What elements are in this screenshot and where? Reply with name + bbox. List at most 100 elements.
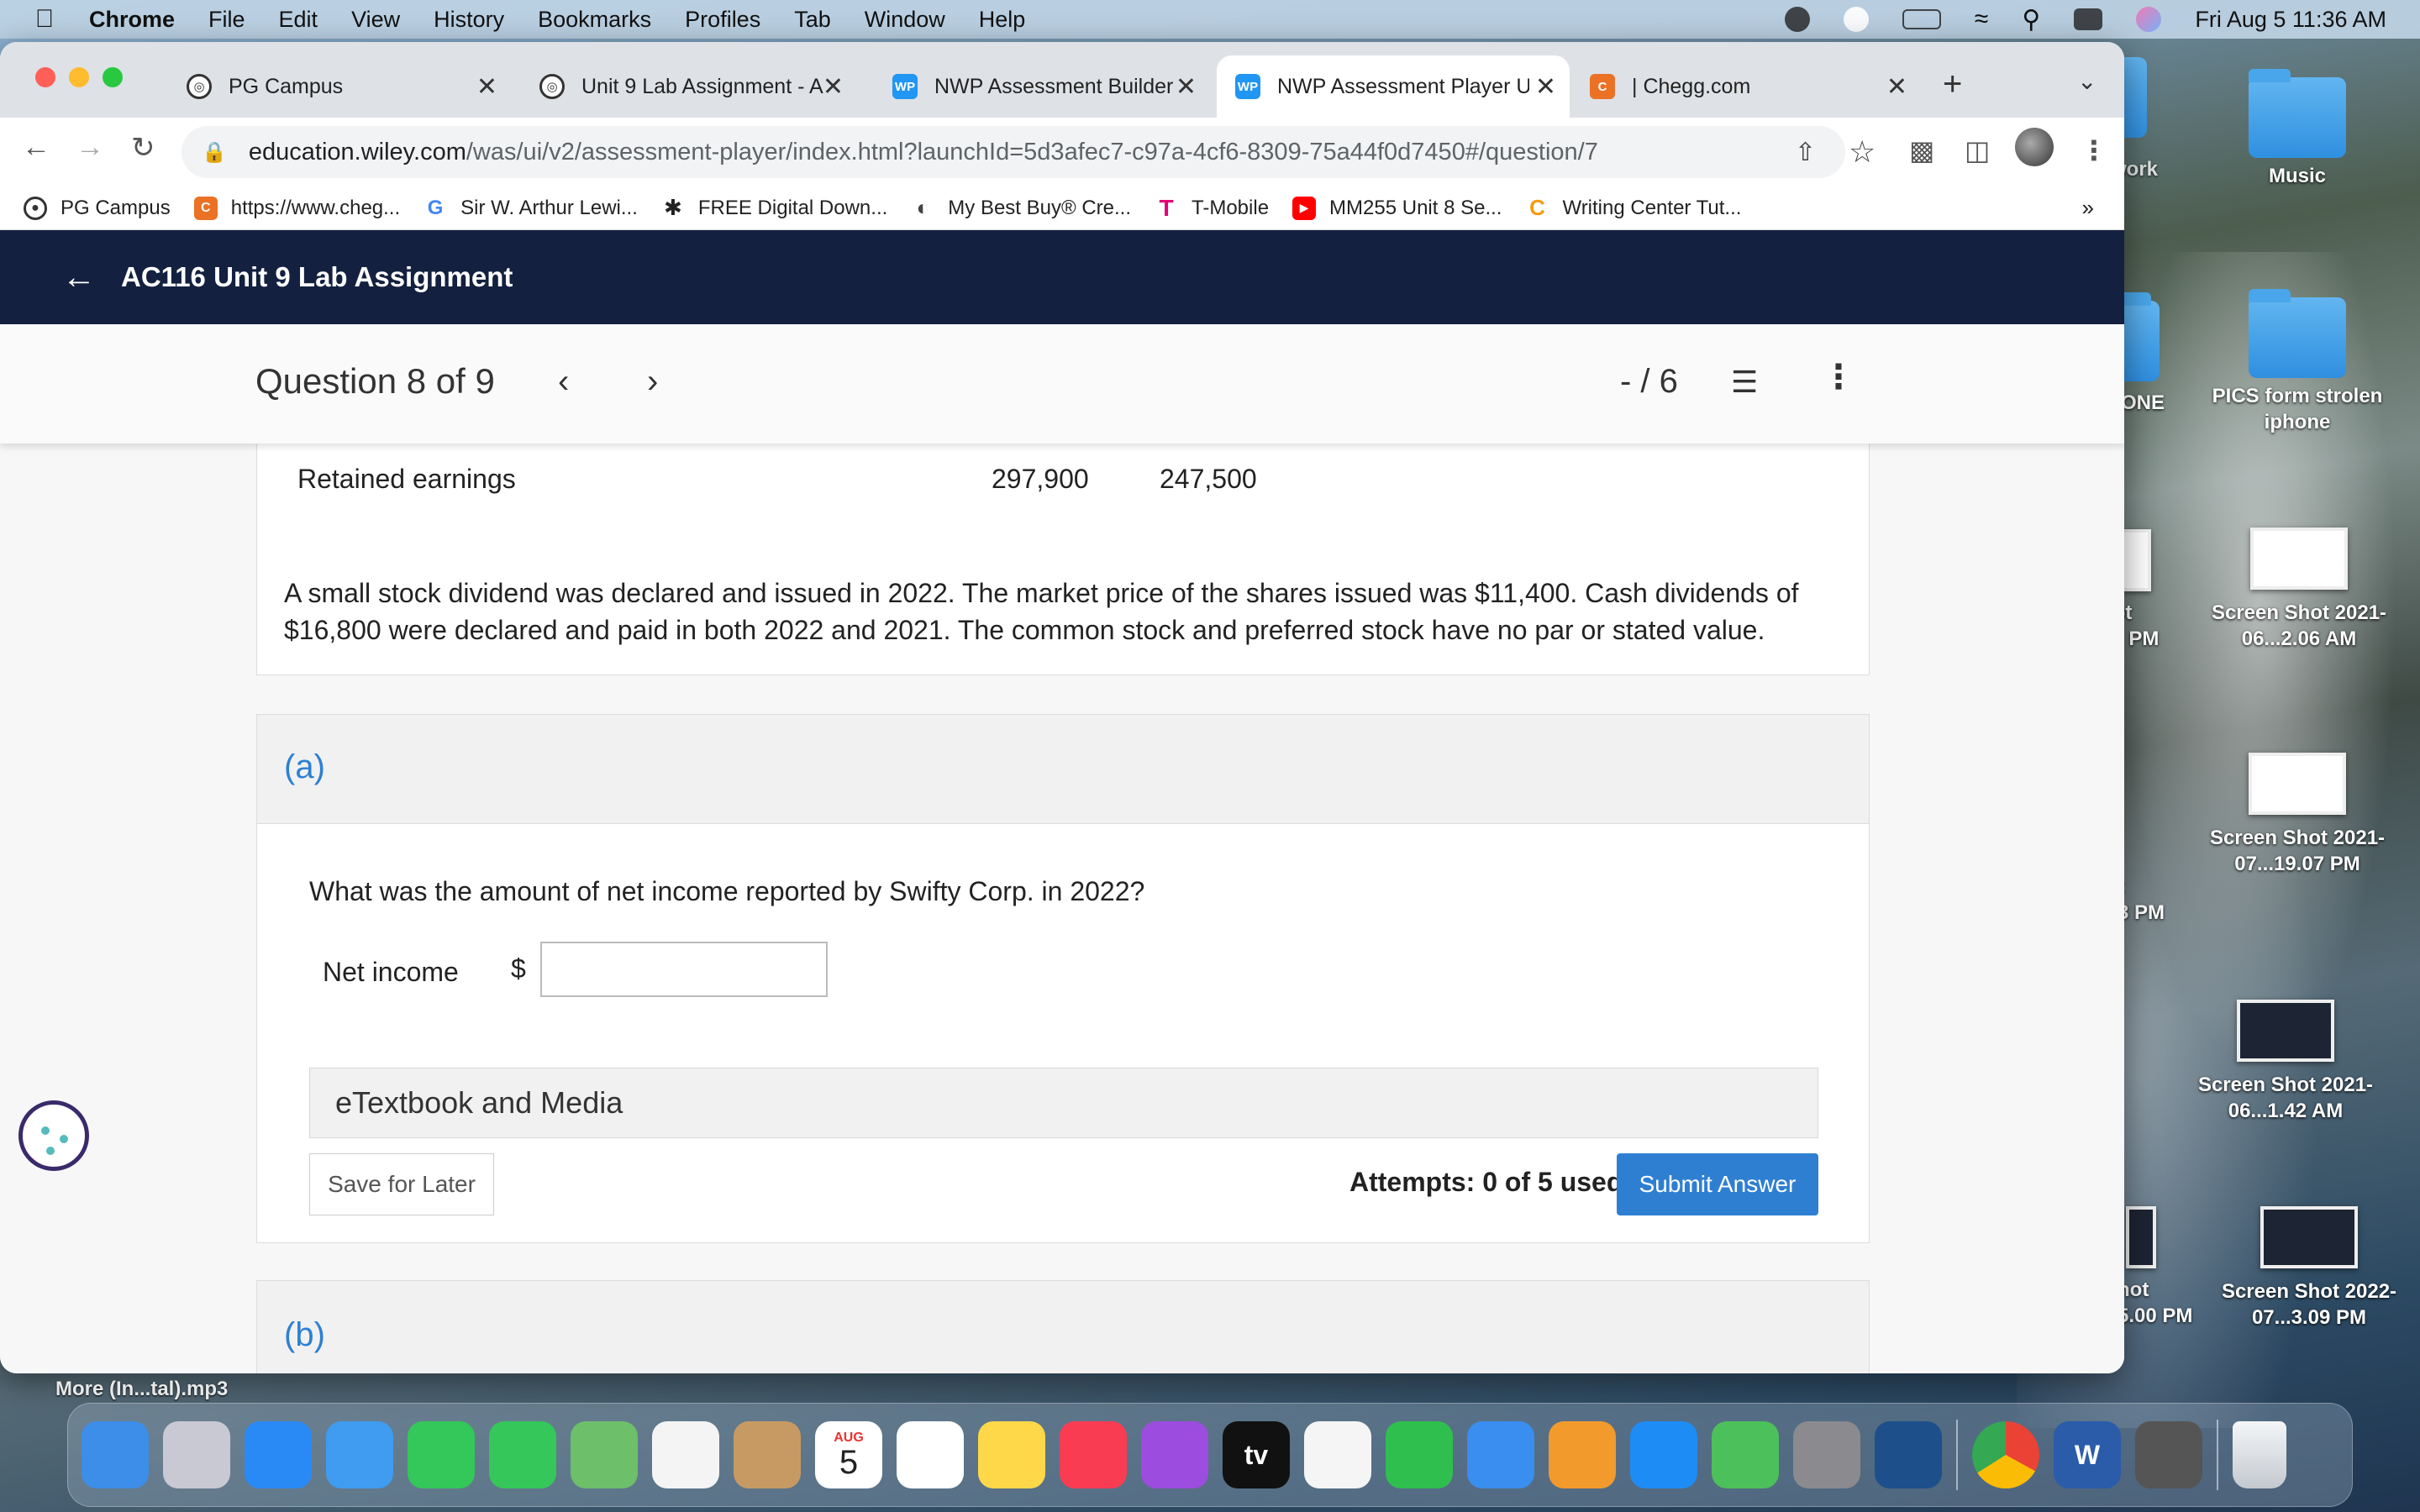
menu-tab[interactable]: Tab	[794, 7, 831, 33]
chrome-menu-kebab-icon[interactable]: ⋮	[2081, 134, 2107, 166]
net-income-input[interactable]	[540, 942, 828, 997]
profile-avatar[interactable]	[2015, 128, 2054, 166]
bookmark-writing-center[interactable]: C Writing Center Tut...	[1525, 195, 1741, 220]
etextbook-media-panel[interactable]: eTextbook and Media	[309, 1068, 1818, 1138]
previous-question-chevron-icon[interactable]: ‹	[558, 363, 569, 401]
desktop-folder-music[interactable]: Music	[2188, 69, 2407, 189]
dock-app-calendar-icon[interactable]: AUG 5	[815, 1421, 882, 1488]
menu-bookmarks[interactable]: Bookmarks	[538, 7, 651, 33]
grammarly-status-icon[interactable]	[1784, 7, 1810, 32]
tab-nwp-player[interactable]: WP NWP Assessment Player U ✕	[1217, 55, 1570, 118]
menu-help[interactable]: Help	[979, 7, 1026, 33]
close-window-button[interactable]	[35, 67, 55, 87]
dock-app-messages-icon[interactable]	[489, 1421, 556, 1488]
submit-answer-button[interactable]: Submit Answer	[1617, 1153, 1818, 1215]
desktop-screenshot[interactable]: Screen Shot 2021-06...2.06 AM	[2188, 528, 2410, 652]
question-list-icon[interactable]: ☰	[1731, 365, 1758, 400]
tab-pg-campus[interactable]: ◎ PG Campus ✕	[168, 55, 511, 118]
menu-edit[interactable]: Edit	[279, 7, 318, 33]
address-bar[interactable]: 🔒 education.wiley.com /was/ui/v2/assessm…	[182, 126, 1876, 178]
dock-app-trash-icon[interactable]	[2233, 1421, 2286, 1488]
close-tab-icon[interactable]: ✕	[476, 72, 497, 102]
close-tab-icon[interactable]: ✕	[1176, 72, 1197, 102]
next-question-chevron-icon[interactable]: ›	[647, 363, 658, 401]
forward-button[interactable]: →	[76, 131, 104, 164]
bookmark-free-digital[interactable]: ✱ FREE Digital Down...	[660, 195, 887, 220]
dock-app-word-icon[interactable]: W	[2054, 1421, 2121, 1488]
menu-file[interactable]: File	[208, 7, 245, 33]
desktop-screenshot[interactable]: Screen Shot 2021-06...1.42 AM	[2175, 1000, 2396, 1124]
dock-app-news-icon[interactable]	[1304, 1421, 1371, 1488]
menu-app-chrome[interactable]: Chrome	[89, 7, 175, 33]
bookmark-pg-campus[interactable]: ● PG Campus	[24, 196, 171, 220]
minimize-window-button[interactable]	[69, 67, 89, 87]
close-tab-icon[interactable]: ✕	[1535, 72, 1556, 102]
bookmark-google[interactable]: G Sir W. Arthur Lewi...	[424, 196, 638, 220]
record-status-icon[interactable]	[1843, 7, 1869, 32]
share-icon[interactable]: ⇧	[1795, 138, 1816, 167]
part-b-card[interactable]: (b)	[256, 1280, 1870, 1373]
reload-button[interactable]: ↻	[131, 131, 155, 165]
bookmark-mm255[interactable]: ▶ MM255 Unit 8 Se...	[1292, 196, 1502, 220]
dock-app-mail-icon[interactable]	[326, 1421, 393, 1488]
dock-app-soundsource-icon[interactable]	[1875, 1421, 1942, 1488]
menu-profiles[interactable]: Profiles	[685, 7, 760, 33]
wifi-icon[interactable]: ≈	[1975, 5, 1988, 34]
dock-app-music-icon[interactable]	[1060, 1421, 1127, 1488]
part-a-header[interactable]: (a)	[257, 715, 1869, 824]
lock-icon[interactable]: 🔒	[202, 140, 227, 165]
back-arrow-icon[interactable]: ←	[62, 259, 96, 297]
bookmark-best-buy[interactable]: ◐ My Best Buy® Cre...	[911, 195, 1131, 220]
apple-menu-icon[interactable]: 	[22, 5, 67, 34]
dock-app-system-preferences-icon[interactable]	[1793, 1421, 1860, 1488]
close-tab-icon[interactable]: ✕	[823, 72, 844, 102]
menu-bar-clock[interactable]: Fri Aug 5 11:36 AM	[2195, 7, 2386, 33]
more-options-kebab-icon[interactable]: ⋮	[1822, 358, 1855, 396]
dock-app-safari-icon[interactable]	[245, 1421, 312, 1488]
dock-app-photos-icon[interactable]	[652, 1421, 719, 1488]
tab-search-chevron-icon[interactable]: ⌄	[2077, 67, 2096, 95]
menu-view[interactable]: View	[351, 7, 400, 33]
tab-nwp-builder[interactable]: WP NWP Assessment Builder ✕	[874, 55, 1210, 118]
dock-app-app-store-icon[interactable]	[1630, 1421, 1697, 1488]
bookmark-t-mobile[interactable]: T T-Mobile	[1155, 195, 1269, 221]
dock-app-chrome-icon[interactable]	[1972, 1421, 2039, 1488]
siri-icon[interactable]	[2136, 7, 2162, 32]
dock-app-podcasts-icon[interactable]	[1141, 1421, 1208, 1488]
tab-chegg[interactable]: C | Chegg.com ✕	[1571, 55, 1921, 118]
desktop-folder-pics[interactable]: PICS form strolen iphone	[2188, 289, 2407, 435]
dock-app-maps-icon[interactable]	[571, 1421, 638, 1488]
desktop-screenshot[interactable]: hot 5.00 PM	[2118, 1206, 2193, 1329]
dock-app-tv-icon[interactable]: tv	[1223, 1421, 1290, 1488]
dock-app-facetime-icon[interactable]	[408, 1421, 475, 1488]
menu-history[interactable]: History	[434, 7, 504, 33]
battery-icon[interactable]	[1902, 9, 1941, 29]
extensions-puzzle-icon[interactable]: ▩	[1909, 134, 1934, 166]
dock-app-reminders-icon[interactable]	[897, 1421, 964, 1488]
dock-app-calculator-icon[interactable]	[2135, 1421, 2202, 1488]
side-panel-icon[interactable]: ◫	[1965, 134, 1990, 166]
new-tab-button[interactable]: +	[1943, 66, 1962, 103]
dock-app-pages-icon[interactable]	[1549, 1421, 1616, 1488]
bookmarks-overflow-chevron-icon[interactable]: »	[2082, 195, 2094, 221]
desktop-screenshot[interactable]: Screen Shot 2021-07...19.07 PM	[2185, 753, 2410, 877]
save-for-later-button[interactable]: Save for Later	[309, 1153, 494, 1215]
dock-app-notes-icon[interactable]	[978, 1421, 1045, 1488]
desktop-screenshot[interactable]: t 3 PM	[2118, 874, 2185, 926]
back-button[interactable]: ←	[22, 131, 50, 164]
zoom-window-button[interactable]	[103, 67, 123, 87]
dock-app-keynote-icon[interactable]	[1467, 1421, 1534, 1488]
dock-app-launchpad-icon[interactable]	[163, 1421, 230, 1488]
cookie-settings-icon[interactable]	[18, 1100, 89, 1171]
menu-window[interactable]: Window	[865, 7, 945, 33]
tab-unit9-lab[interactable]: ◎ Unit 9 Lab Assignment - A ✕	[521, 55, 857, 118]
dock-app-numbers-icon[interactable]	[1386, 1421, 1453, 1488]
close-tab-icon[interactable]: ✕	[1886, 72, 1907, 102]
bookmark-chegg[interactable]: Chttps://www.cheg...	[193, 196, 400, 220]
bookmark-star-icon[interactable]: ☆	[1849, 134, 1876, 170]
dock-app-finder-icon[interactable]	[82, 1421, 149, 1488]
dock-app-find-my-icon[interactable]	[1712, 1421, 1779, 1488]
spotlight-search-icon[interactable]: ⚲	[2022, 5, 2040, 34]
desktop-screenshot[interactable]: Screen Shot 2022-07...3.09 PM	[2198, 1206, 2420, 1331]
dock-app-contacts-icon[interactable]	[734, 1421, 801, 1488]
